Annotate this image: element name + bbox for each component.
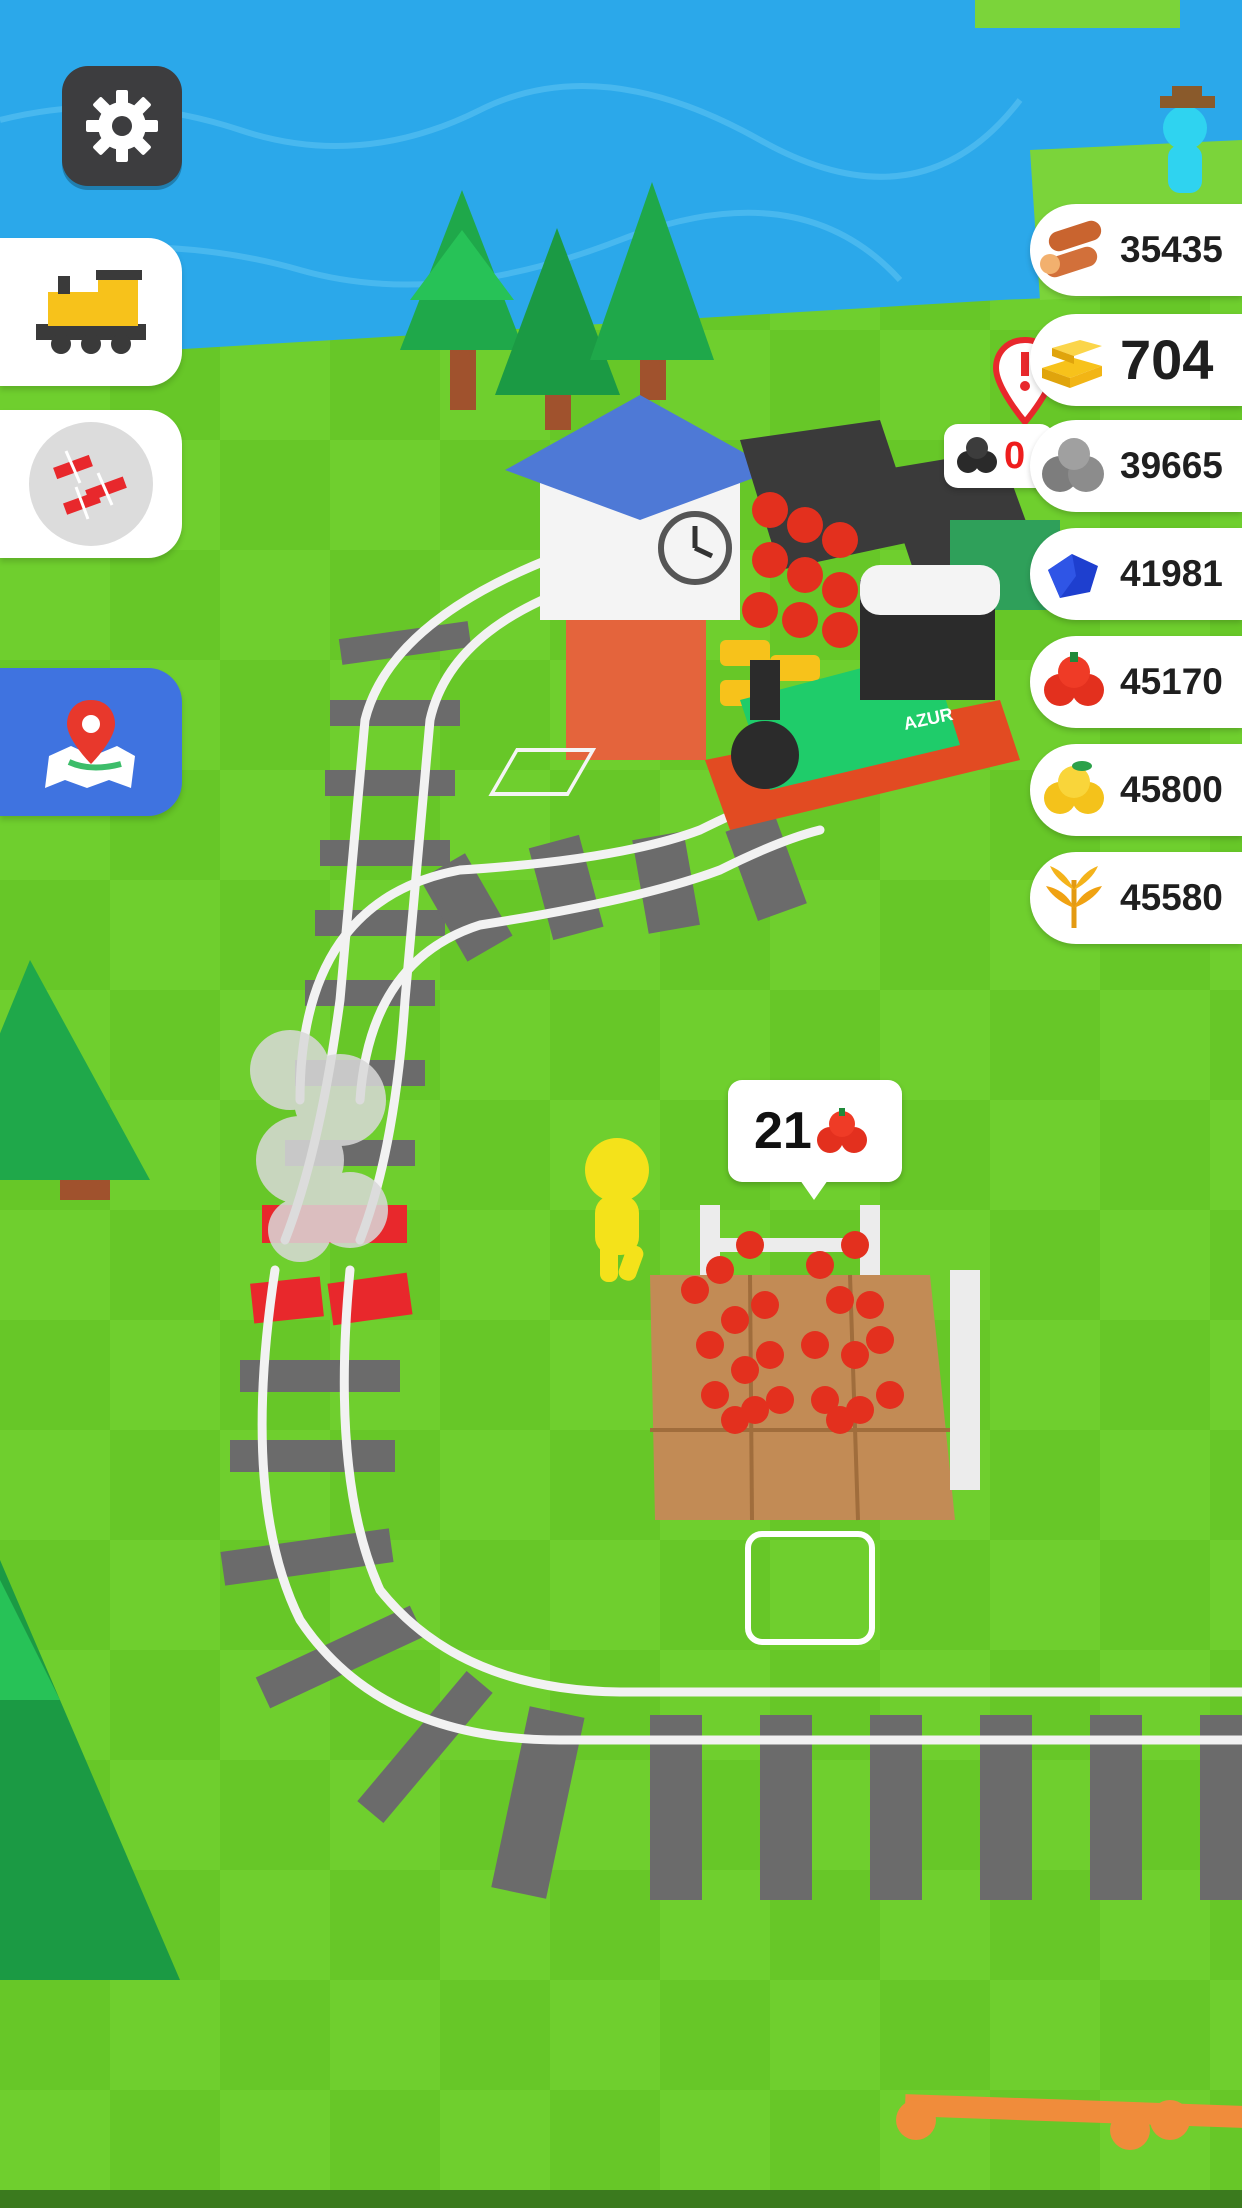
resource-wood: 35435 bbox=[1030, 204, 1242, 296]
resource-sapphire-value: 41981 bbox=[1120, 553, 1223, 594]
tomato-icon bbox=[817, 1108, 867, 1153]
stone-icon bbox=[1042, 438, 1104, 492]
settings-button[interactable] bbox=[62, 66, 182, 186]
rails-icon-circle bbox=[29, 422, 153, 546]
rails-menu-button[interactable] bbox=[0, 410, 182, 558]
resource-gold-value: 704 bbox=[1120, 328, 1214, 391]
farm-production-bubble: 21 bbox=[728, 1080, 902, 1200]
logs-icon bbox=[1040, 220, 1102, 278]
tomato-icon bbox=[1044, 652, 1104, 706]
resource-tomato: 45170 bbox=[1030, 636, 1242, 728]
farm-production-value: 21 bbox=[754, 1102, 812, 1160]
resource-wheat-value: 45580 bbox=[1120, 877, 1223, 918]
resource-gold: 704 bbox=[1030, 314, 1242, 406]
resource-wheat: 45580 bbox=[1030, 852, 1242, 944]
locomotive-icon bbox=[36, 270, 146, 354]
map-pin-icon bbox=[45, 700, 135, 788]
map-button[interactable] bbox=[0, 668, 182, 816]
trains-menu-button[interactable] bbox=[0, 238, 182, 386]
rail-pieces-icon bbox=[53, 450, 127, 520]
gear-icon bbox=[86, 90, 158, 162]
gold-bars-icon bbox=[1042, 340, 1102, 388]
ground-edge bbox=[0, 2190, 1242, 2208]
resource-sapphire: 41981 bbox=[1030, 528, 1242, 620]
resource-stone: 39665 bbox=[1030, 420, 1242, 512]
blue-gem-icon bbox=[1048, 554, 1098, 598]
resource-wood-value: 35435 bbox=[1120, 229, 1223, 270]
resource-apple: 45800 bbox=[1030, 744, 1242, 836]
coal-icon bbox=[957, 437, 997, 473]
resource-tomato-value: 45170 bbox=[1120, 661, 1223, 702]
resource-apple-value: 45800 bbox=[1120, 769, 1223, 810]
island-top bbox=[975, 0, 1180, 28]
wheat-icon bbox=[1046, 866, 1102, 928]
coal-alert-value: 0 bbox=[1004, 435, 1026, 477]
yellow-apple-icon bbox=[1044, 761, 1104, 814]
resource-stone-value: 39665 bbox=[1120, 445, 1223, 486]
